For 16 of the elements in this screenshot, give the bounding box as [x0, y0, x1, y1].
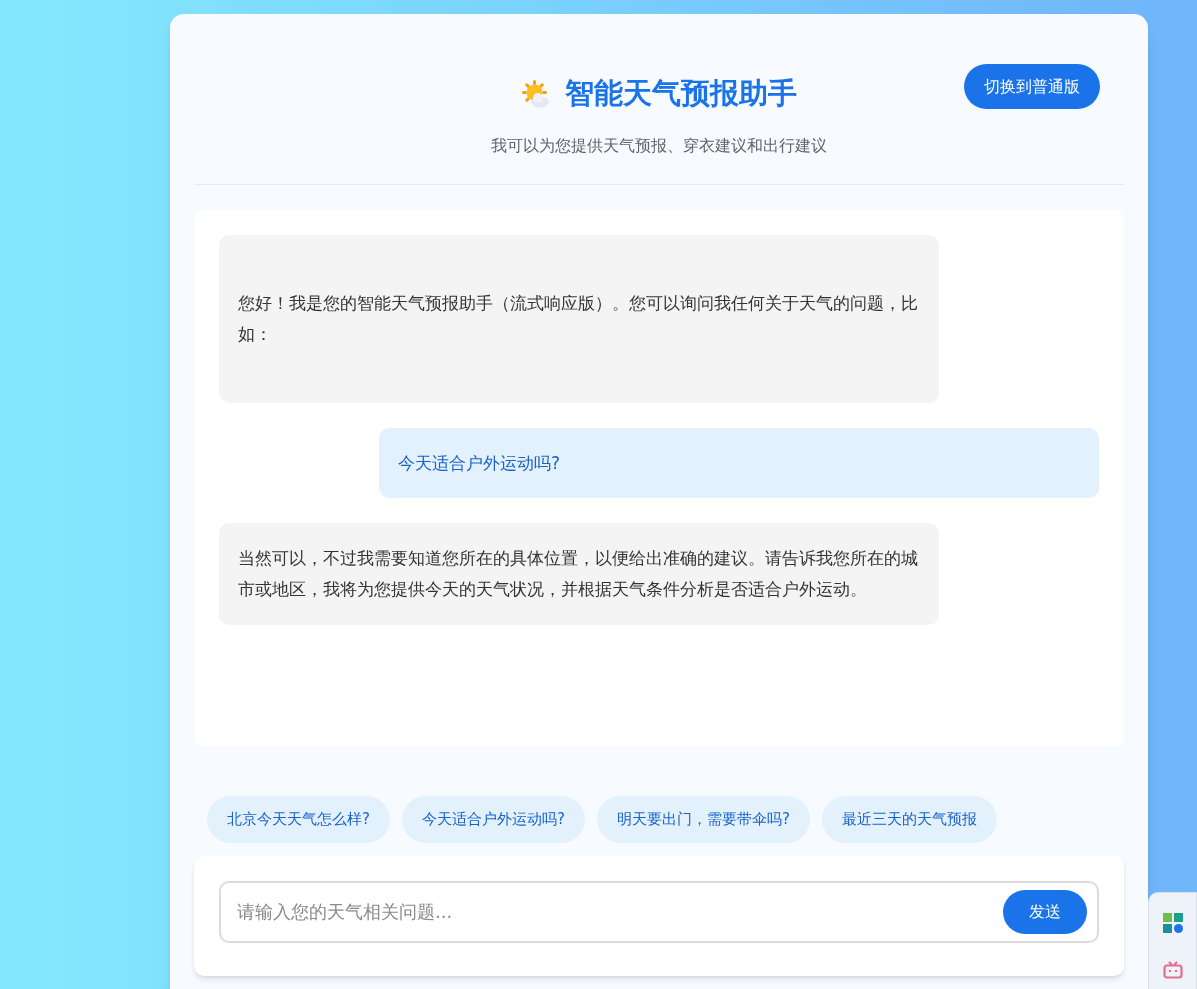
sun-cloud-icon [521, 78, 551, 109]
tv-icon[interactable] [1162, 961, 1183, 979]
message-input-field[interactable]: 请输入您的天气相关问题... [237, 898, 1003, 925]
app-title: 智能天气预报助手 [565, 75, 797, 112]
switch-version-button[interactable]: 切换到普通版 [964, 64, 1100, 109]
user-message: 今天适合户外运动吗? [379, 427, 1099, 498]
suggestion-chip[interactable]: 北京今天天气怎么样? [207, 795, 390, 843]
assistant-message: 当然可以，不过我需要知道您所在的具体位置，以便给出准确的建议。请告诉我您所在的城市或地区，我将为您提供今天的天气状况，并根据天气条件分析是否适合户外运动。 [219, 522, 939, 625]
app-subtitle: 我可以为您提供天气预报、穿衣建议和出行建议 [491, 134, 827, 157]
message-input[interactable]: 请输入您的天气相关问题... 发送 [219, 880, 1099, 943]
suggestion-chip[interactable]: 明天要出门，需要带伞吗? [596, 795, 810, 843]
suggestion-chip[interactable]: 今天适合户外运动吗? [401, 795, 585, 843]
app-grid-icon[interactable] [1162, 913, 1183, 933]
assistant-message: 您好！我是您的智能天气预报助手（流式响应版）。您可以询问我任何关于天气的问题，比如： [219, 234, 939, 403]
send-button[interactable]: 发送 [1003, 889, 1087, 934]
suggestion-chip[interactable]: 最近三天的天气预报 [821, 795, 997, 843]
